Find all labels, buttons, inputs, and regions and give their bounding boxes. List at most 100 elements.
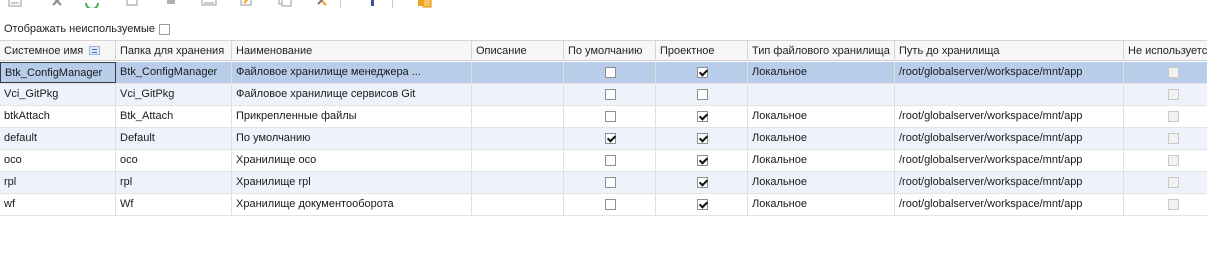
cell-folder[interactable]: Vci_GitPkg bbox=[116, 84, 232, 105]
flag-icon[interactable] bbox=[366, 0, 378, 8]
header-label: Путь до хранилища bbox=[899, 45, 1000, 57]
toolbar-separator bbox=[392, 0, 393, 8]
checkbox-project[interactable] bbox=[697, 133, 708, 144]
sort-ascending-icon[interactable] bbox=[89, 46, 101, 55]
cell-description[interactable] bbox=[472, 150, 564, 171]
cell-path[interactable]: /root/globalserver/workspace/mnt/app bbox=[895, 128, 1124, 149]
table-row[interactable]: rpl rpl Хранилище rpl Локальное/root/global… bbox=[0, 172, 1207, 194]
refresh-icon[interactable] bbox=[84, 0, 100, 8]
header-col-system-name[interactable]: Системное имя bbox=[0, 41, 116, 61]
cell-project bbox=[656, 194, 748, 215]
header-col-storage-type[interactable]: Тип файлового хранилища bbox=[748, 41, 895, 61]
cell-project bbox=[656, 128, 748, 149]
header-col-description[interactable]: Описание bbox=[472, 41, 564, 61]
header-col-unused[interactable]: Не используется bbox=[1124, 41, 1207, 61]
cell-storage-type[interactable]: Локальное bbox=[748, 172, 895, 193]
cell-system-name[interactable]: Vci_GitPkg bbox=[0, 84, 116, 105]
checkbox-default[interactable] bbox=[605, 177, 616, 188]
delete-icon[interactable] bbox=[50, 0, 64, 8]
cell-storage-type[interactable]: Локальное bbox=[748, 128, 895, 149]
checkbox-default[interactable] bbox=[605, 67, 616, 78]
checkbox-default[interactable] bbox=[605, 89, 616, 100]
cell-unused bbox=[1124, 150, 1207, 171]
checkbox-default[interactable] bbox=[605, 111, 616, 122]
cell-storage-type[interactable]: Локальное bbox=[748, 106, 895, 127]
cell-system-name[interactable]: default bbox=[0, 128, 116, 149]
edit-icon[interactable] bbox=[239, 0, 253, 8]
lock-icon[interactable] bbox=[164, 0, 178, 8]
cell-folder[interactable]: oco bbox=[116, 150, 232, 171]
show-unused-checkbox[interactable] bbox=[159, 23, 171, 35]
show-unused-filter: Отображать неиспользуемые bbox=[4, 21, 171, 37]
checkbox-project[interactable] bbox=[697, 89, 708, 100]
cell-storage-type[interactable]: Локальное bbox=[748, 150, 895, 171]
table-row[interactable]: default Default По умолчанию Локальное/root… bbox=[0, 128, 1207, 150]
cell-name[interactable]: Хранилище rpl bbox=[232, 172, 472, 193]
cell-project bbox=[656, 84, 748, 105]
checkbox-default[interactable] bbox=[605, 199, 616, 210]
cell-system-name[interactable]: wf bbox=[0, 194, 116, 215]
cell-name[interactable]: Файловое хранилище менеджера ... bbox=[232, 62, 472, 83]
checkbox-project[interactable] bbox=[697, 155, 708, 166]
cell-system-name[interactable]: oco bbox=[0, 150, 116, 171]
table-row[interactable]: oco oco Хранилище oco Локальное/root/global… bbox=[0, 150, 1207, 172]
cell-project bbox=[656, 150, 748, 171]
checkbox-unused bbox=[1168, 67, 1179, 78]
cell-description[interactable] bbox=[472, 106, 564, 127]
cell-system-name[interactable]: Btk_ConfigManager bbox=[0, 62, 116, 83]
cell-storage-type[interactable] bbox=[748, 84, 895, 105]
cell-path[interactable]: /root/globalserver/workspace/mnt/app bbox=[895, 106, 1124, 127]
checkbox-unused bbox=[1168, 155, 1179, 166]
cell-description[interactable] bbox=[472, 62, 564, 83]
cell-unused bbox=[1124, 106, 1207, 127]
cell-description[interactable] bbox=[472, 194, 564, 215]
header-col-default[interactable]: По умолчанию bbox=[564, 41, 656, 61]
header-col-folder[interactable]: Папка для хранения bbox=[116, 41, 232, 61]
copy-icon[interactable] bbox=[277, 0, 293, 8]
checkbox-project[interactable] bbox=[697, 177, 708, 188]
table-row[interactable]: wf Wf Хранилище документооборота Локальное /… bbox=[0, 194, 1207, 216]
checkbox-default[interactable] bbox=[605, 155, 616, 166]
cell-name[interactable]: Хранилище oco bbox=[232, 150, 472, 171]
cell-system-name[interactable]: btkAttach bbox=[0, 106, 116, 127]
cell-name[interactable]: Прикрепленные файлы bbox=[232, 106, 472, 127]
cell-folder[interactable]: Btk_Attach bbox=[116, 106, 232, 127]
table-row[interactable]: Vci_GitPkg Vci_GitPkg Файловое хранилище с… bbox=[0, 84, 1207, 106]
cell-path[interactable] bbox=[895, 84, 1124, 105]
image-icon[interactable] bbox=[201, 0, 217, 8]
cell-description[interactable] bbox=[472, 128, 564, 149]
folder-icon[interactable] bbox=[417, 0, 433, 8]
header-label: По умолчанию bbox=[568, 45, 643, 57]
cell-path[interactable]: /root/globalserver/workspace/mnt/app bbox=[895, 194, 1124, 215]
header-col-project[interactable]: Проектное bbox=[656, 41, 748, 61]
cell-folder[interactable]: Wf bbox=[116, 194, 232, 215]
checkbox-project[interactable] bbox=[697, 67, 708, 78]
cell-folder[interactable]: Btk_ConfigManager bbox=[116, 62, 232, 83]
cell-unused bbox=[1124, 128, 1207, 149]
cell-name[interactable]: Файловое хранилище сервисов Git bbox=[232, 84, 472, 105]
cell-storage-type[interactable]: Локальное bbox=[748, 62, 895, 83]
document-icon[interactable] bbox=[125, 0, 139, 8]
cell-description[interactable] bbox=[472, 172, 564, 193]
checkbox-project[interactable] bbox=[697, 199, 708, 210]
cell-name[interactable]: Хранилище документооборота bbox=[232, 194, 472, 215]
cell-description[interactable] bbox=[472, 84, 564, 105]
cell-path[interactable]: /root/globalserver/workspace/mnt/app bbox=[895, 62, 1124, 83]
cell-storage-type[interactable]: Локальное bbox=[748, 194, 895, 215]
cell-default bbox=[564, 172, 656, 193]
header-col-name[interactable]: Наименование bbox=[232, 41, 472, 61]
cell-path[interactable]: /root/globalserver/workspace/mnt/app bbox=[895, 150, 1124, 171]
cell-folder[interactable]: rpl bbox=[116, 172, 232, 193]
tools-icon[interactable] bbox=[314, 0, 330, 8]
cell-path[interactable]: /root/globalserver/workspace/mnt/app bbox=[895, 172, 1124, 193]
table-row[interactable]: Btk_ConfigManager Btk_ConfigManager Файлов… bbox=[0, 62, 1207, 84]
cell-unused bbox=[1124, 62, 1207, 83]
cell-system-name[interactable]: rpl bbox=[0, 172, 116, 193]
table-row[interactable]: btkAttach Btk_Attach Прикрепленные файлы Ло… bbox=[0, 106, 1207, 128]
header-col-path[interactable]: Путь до хранилища bbox=[895, 41, 1124, 61]
cell-folder[interactable]: Default bbox=[116, 128, 232, 149]
checkbox-project[interactable] bbox=[697, 111, 708, 122]
list-icon[interactable] bbox=[8, 0, 22, 8]
checkbox-default[interactable] bbox=[605, 133, 616, 144]
cell-name[interactable]: По умолчанию bbox=[232, 128, 472, 149]
